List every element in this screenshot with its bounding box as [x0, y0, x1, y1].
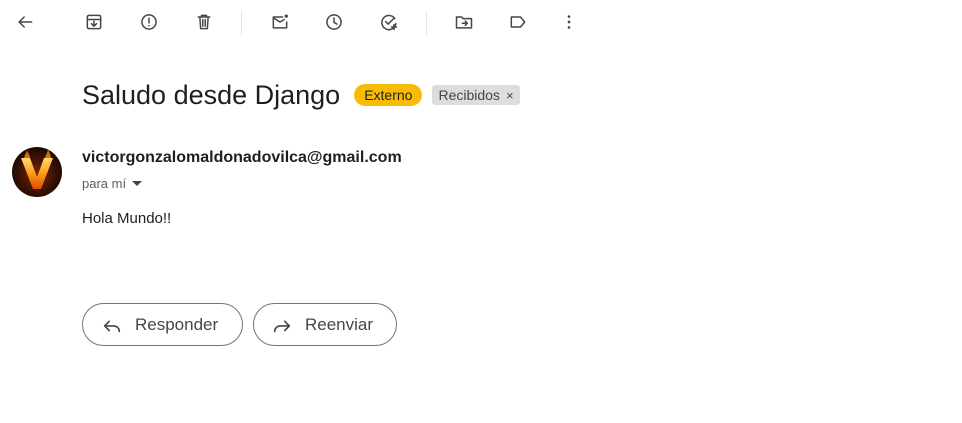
sender-avatar[interactable]: [12, 147, 62, 197]
back-button[interactable]: [8, 5, 42, 39]
report-spam-button[interactable]: [132, 5, 166, 39]
move-to-button[interactable]: [447, 5, 481, 39]
recipient-text: para mí: [82, 176, 127, 191]
email-subject: Saludo desde Django: [82, 79, 341, 110]
chevron-down-icon[interactable]: [132, 181, 143, 186]
more-options-icon: [567, 15, 571, 29]
back-arrow-icon: [18, 16, 33, 28]
message-toolbar: [0, 0, 962, 46]
forward-icon: [273, 320, 291, 332]
subject-row: Saludo desde Django Externo Recibidos ×: [82, 78, 520, 112]
inbox-label-text: Recibidos: [438, 87, 500, 103]
add-task-icon: [381, 14, 398, 31]
sender-avatar-image: [12, 147, 62, 197]
inbox-label-chip[interactable]: Recibidos ×: [432, 85, 520, 105]
toolbar-divider: [241, 11, 242, 35]
external-label-badge: Externo: [354, 84, 423, 106]
label-icon: [510, 16, 526, 28]
report-spam-icon: [141, 14, 157, 30]
archive-button[interactable]: [77, 5, 111, 39]
snooze-button[interactable]: [317, 5, 351, 39]
mark-unread-icon: [272, 14, 288, 29]
label-button[interactable]: [501, 5, 535, 39]
more-options-button[interactable]: [552, 5, 586, 39]
delete-icon: [197, 14, 211, 30]
reply-label: Responder: [135, 314, 219, 334]
sender-email: victorgonzalomaldonadovilca@gmail.com: [82, 149, 402, 166]
email-body: Hola Mundo!!: [82, 210, 172, 227]
forward-label: Reenviar: [305, 314, 374, 334]
toolbar-divider: [426, 11, 427, 35]
remove-label-icon[interactable]: ×: [506, 88, 514, 103]
mark-unread-button[interactable]: [263, 5, 297, 39]
delete-button[interactable]: [187, 5, 221, 39]
recipient-line[interactable]: para mí: [82, 176, 143, 191]
reply-icon: [103, 320, 121, 332]
move-to-icon: [455, 16, 473, 29]
archive-icon: [86, 14, 102, 30]
forward-button[interactable]: Reenviar: [253, 303, 397, 346]
add-task-button[interactable]: [372, 5, 406, 39]
snooze-icon: [326, 14, 342, 30]
reply-button[interactable]: Responder: [82, 303, 243, 346]
